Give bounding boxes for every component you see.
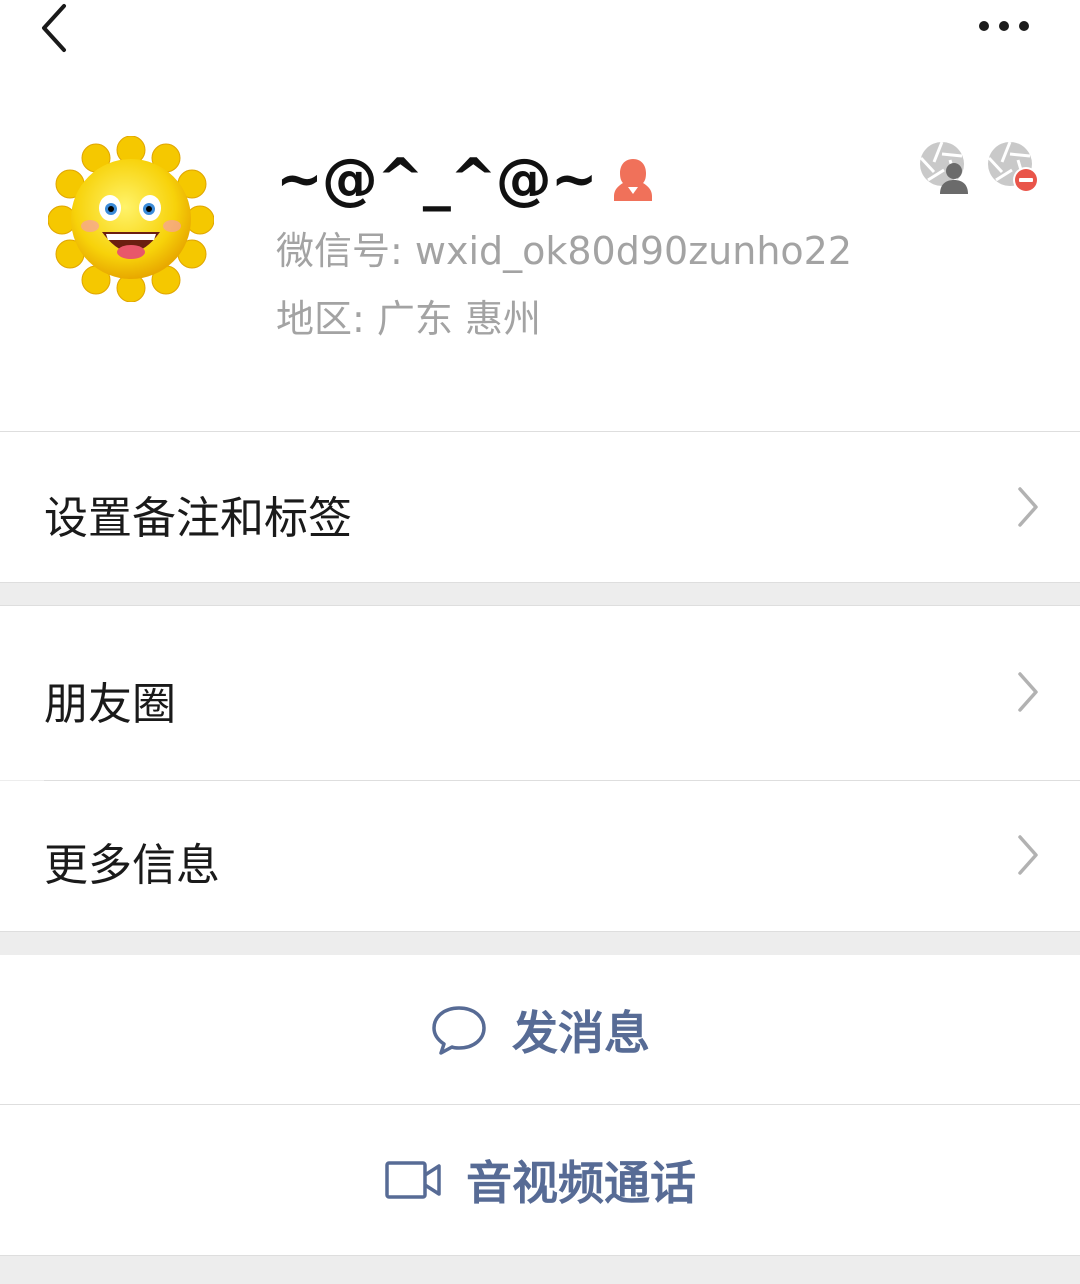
- video-call-label: 音视频通话: [466, 1156, 696, 1210]
- moments-permission-icons: [916, 136, 1042, 198]
- send-message-label: 发消息: [512, 1005, 650, 1060]
- moments-row[interactable]: 朋友圈: [0, 606, 1080, 780]
- nickname-row: ~@^_^@~: [276, 144, 655, 216]
- region: 地区: 广东 惠州: [276, 297, 541, 341]
- contact-profile-screen: ~@^_^@~ 微信号: wxid_ok80d90zunho22 地区: 广东 …: [0, 0, 1080, 1284]
- chat-bubble-icon: [432, 1005, 486, 1055]
- nickname: ~@^_^@~: [276, 147, 598, 212]
- sun-avatar-image: [48, 136, 214, 302]
- chevron-right-icon: [1018, 835, 1038, 875]
- chevron-right-icon: [1018, 487, 1038, 527]
- more-dots-icon: [979, 21, 1029, 31]
- chevron-left-icon: [42, 4, 66, 52]
- avatar[interactable]: [48, 136, 214, 302]
- wechat-id: 微信号: wxid_ok80d90zunho22: [276, 229, 853, 273]
- moments-visibility-person-icon: [919, 141, 968, 194]
- video-call-button[interactable]: 音视频通话: [0, 1105, 1080, 1255]
- row-label: 朋友圈: [44, 679, 176, 730]
- row-label: 更多信息: [44, 840, 220, 891]
- divider: [0, 931, 1080, 932]
- profile-header-section: ~@^_^@~ 微信号: wxid_ok80d90zunho22 地区: 广东 …: [0, 0, 1080, 431]
- video-camera-icon: [385, 1161, 441, 1199]
- divider: [0, 582, 1080, 583]
- more-options-button[interactable]: [966, 4, 1042, 48]
- female-user-icon: [613, 159, 652, 201]
- moments-visibility-blocked-icon: [987, 141, 1039, 193]
- row-label: 设置备注和标签: [44, 493, 352, 544]
- send-message-button[interactable]: 发消息: [0, 955, 1080, 1104]
- chevron-right-icon: [1018, 672, 1038, 712]
- more-info-row[interactable]: 更多信息: [0, 781, 1080, 931]
- divider: [0, 1255, 1080, 1256]
- back-button[interactable]: [30, 0, 80, 56]
- set-remark-tags-row[interactable]: 设置备注和标签: [0, 432, 1080, 582]
